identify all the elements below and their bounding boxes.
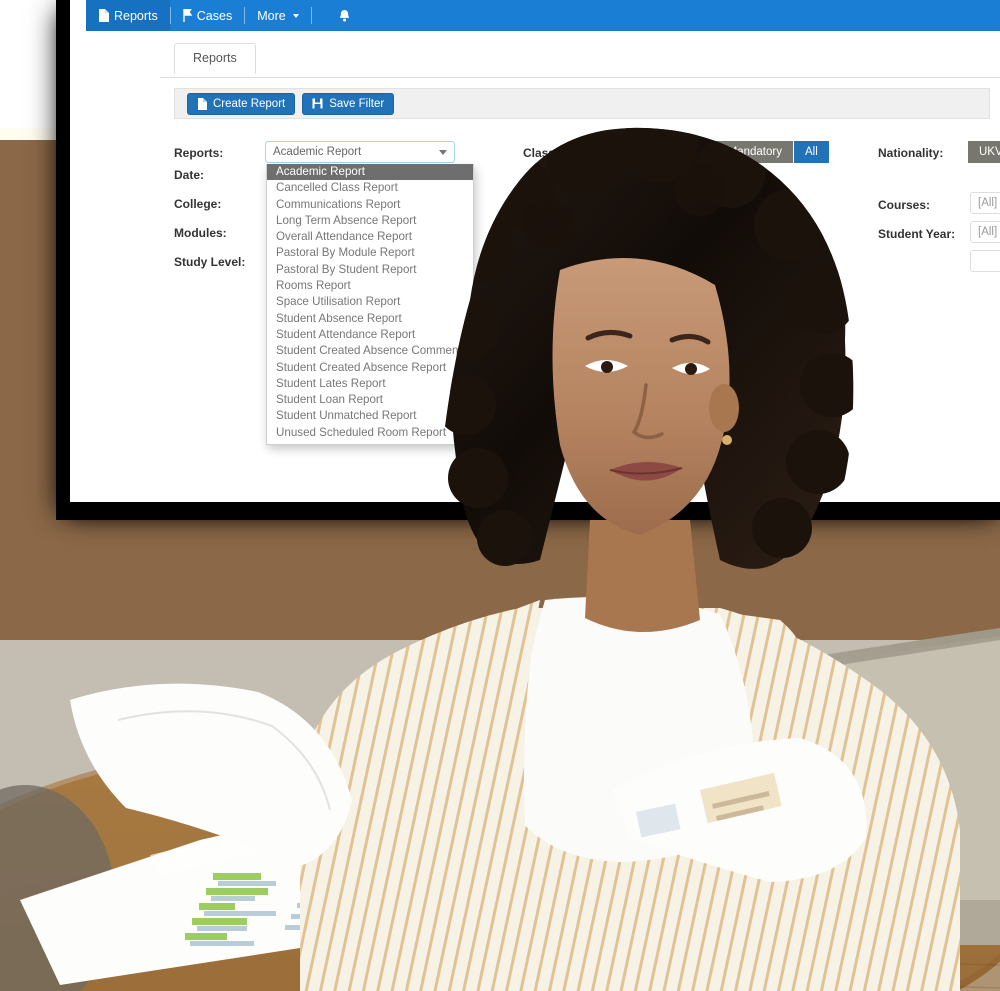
label-nationality: Nationality: [878,146,944,160]
document-icon [98,9,109,22]
nav-item-more-label: More [257,8,286,23]
nationality-toggle[interactable]: UKVI Students [968,141,1000,163]
label-schools: Schools: [523,197,574,211]
held-paper-left [70,683,352,866]
label-student-year: Student Year: [878,227,956,241]
label-date: Date: [174,168,205,182]
nav-item-cases-label: Cases [196,8,233,23]
chevron-down-icon [292,13,299,18]
dropdown-option[interactable]: Student Created Absence Comment Report [267,343,500,359]
held-paper-right [612,738,867,882]
nav-divider-3 [310,7,312,24]
reports-select[interactable]: Academic Report [265,141,455,163]
top-navigation-bar: Reports Cases More [86,0,1000,31]
dropdown-option[interactable]: Long Term Absence Report [267,213,473,229]
label-modules: Modules: [174,226,227,240]
document-icon [197,97,207,110]
paper-pie-chart [324,837,376,889]
label-reports: Reports: [174,146,224,160]
dropdown-option[interactable]: Student Created Absence Report [267,360,473,376]
nav-item-reports[interactable]: Reports [86,0,170,31]
action-toolbar: Create Report Save Filter [174,88,990,119]
report-paper-left [20,790,480,985]
floppy-disk-icon [312,98,323,109]
dropdown-option[interactable]: Student Absence Report [267,311,473,327]
screenshot-root: Reports Cases More Reports Create Report… [0,0,1000,991]
class-type-toggle[interactable]: Non Mandatory [692,141,794,163]
open-book [320,785,635,895]
dropdown-option[interactable]: Cancelled Class Report [267,180,473,196]
label-college-year: College Year: [523,226,599,240]
save-filter-label: Save Filter [329,97,385,110]
flag-icon [183,8,193,22]
eyeglasses [505,878,659,960]
courses-input[interactable]: [All] [970,192,1000,214]
dropdown-option[interactable]: Overall Attendance Report [267,229,473,245]
label-lesson-type: Lesson Type: [523,255,600,269]
dropdown-option[interactable]: Communications Report [267,197,473,213]
create-report-button[interactable]: Create Report [187,92,296,115]
tab-strip: Reports [160,31,1000,78]
label-class-type: Class Type: [523,146,590,160]
dropdown-option[interactable]: Academic Report [267,164,473,181]
dropdown-option[interactable]: Pastoral By Student Report [267,262,473,278]
save-filter-button[interactable]: Save Filter [302,92,395,115]
report-filter-form: Reports: Date: College: Modules: Study L… [70,128,1000,458]
dropdown-option[interactable]: Student Loan Report [267,392,473,408]
class-type-toggle[interactable]: All [793,141,830,163]
dropdown-option[interactable]: Student Lates Report [267,376,473,392]
dropdown-option[interactable]: Unused Scheduled Room Report [267,425,473,441]
reports-select-value: Academic Report [273,146,362,158]
paper-bar-chart [185,873,268,940]
dropdown-option[interactable]: Space Utilisation Report [267,294,473,310]
dropdown-option[interactable]: Student Attendance Report [267,327,473,343]
nav-item-reports-label: Reports [114,8,158,23]
dropdown-option[interactable]: Pastoral By Module Report [267,245,473,261]
chevron-down-icon [439,149,447,155]
notifications-button[interactable] [326,0,363,31]
nationality-toggle-group: UKVI Students Non UKVI [968,141,1000,163]
lesson-type-input[interactable] [970,250,1000,272]
label-study-level: Study Level: [174,255,246,269]
bell-icon [338,9,351,23]
dropdown-option[interactable]: Student Unmatched Report [267,408,473,424]
student-year-input[interactable]: [All] [970,221,1000,243]
class-type-toggle[interactable]: Mandatory [615,141,693,163]
label-college: College: [174,197,222,211]
tab-reports[interactable]: Reports [174,43,256,74]
application-window: Reports Cases More Reports Create Report… [56,0,1000,520]
create-report-label: Create Report [213,97,286,110]
label-courses: Courses: [878,198,931,212]
nav-item-more[interactable]: More [245,0,310,31]
class-type-toggle-group: Mandatory Non Mandatory All [615,141,830,163]
reports-dropdown-list[interactable]: Academic Report Cancelled Class Report C… [266,164,500,446]
nav-item-cases[interactable]: Cases [171,0,244,31]
dropdown-option[interactable]: Rooms Report [267,278,473,294]
